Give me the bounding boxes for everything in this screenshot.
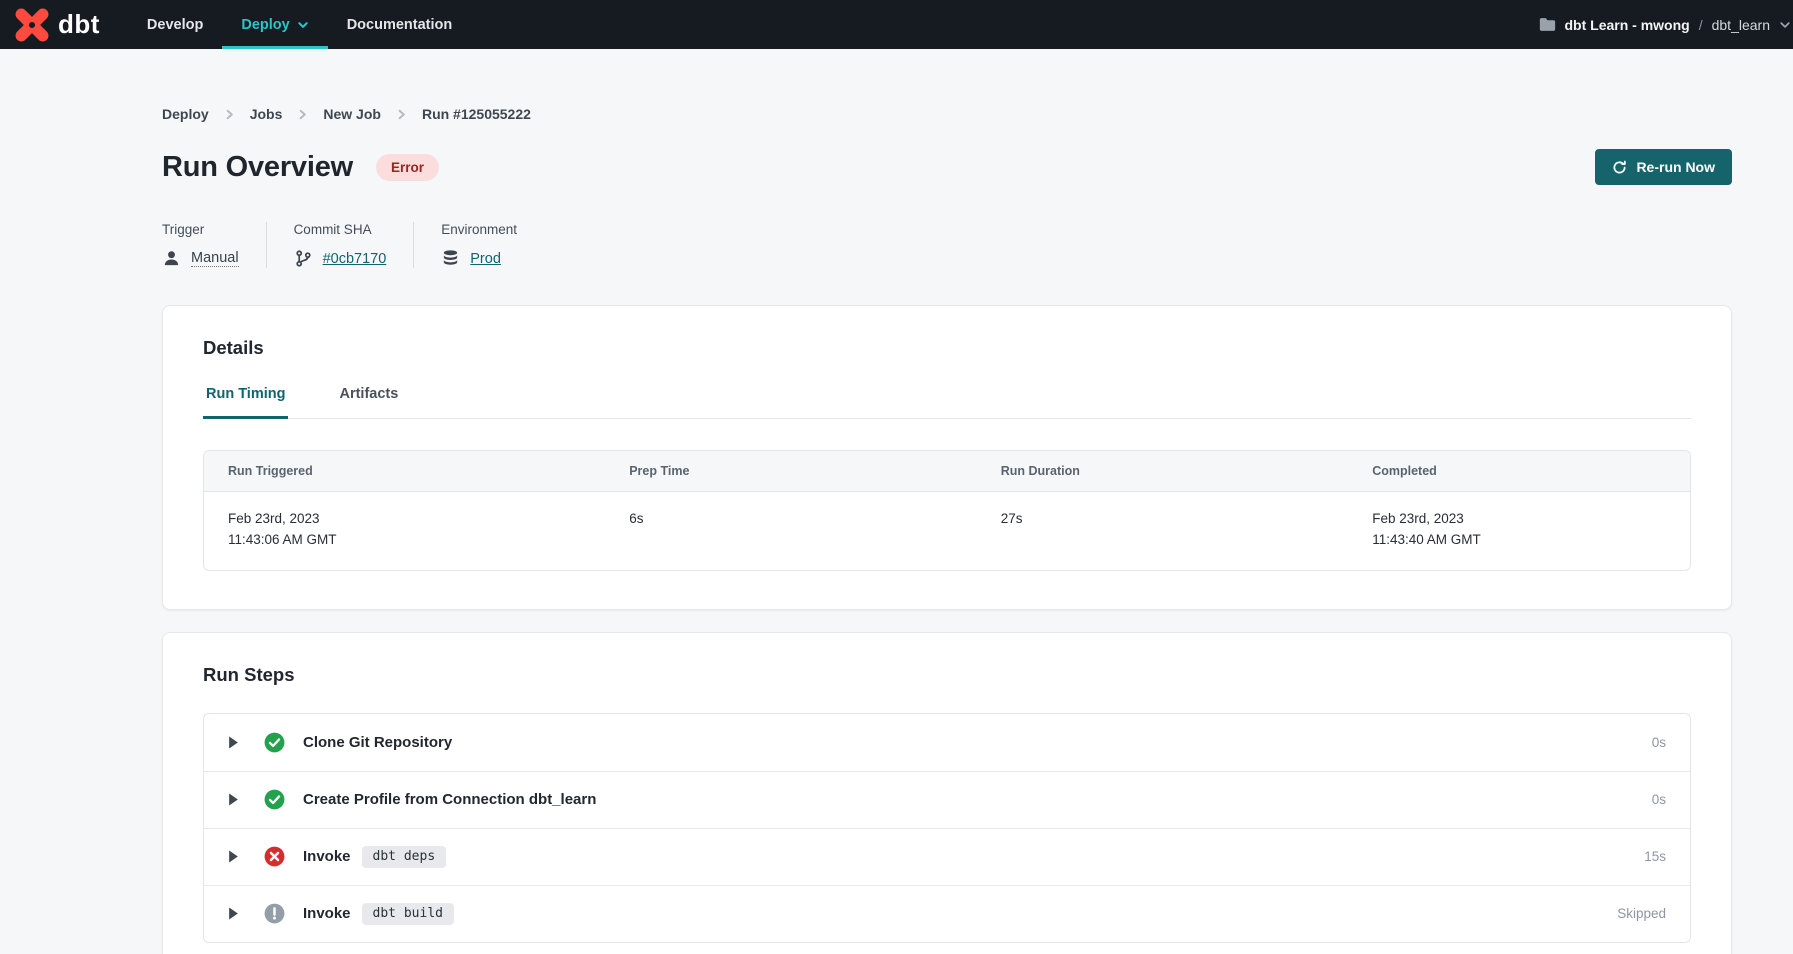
step-label: Invoke: [303, 848, 351, 865]
nav-item-documentation[interactable]: Documentation: [328, 0, 472, 49]
run-overview-page: Deploy Jobs New Job Run #125055222 Run O…: [0, 49, 1793, 954]
run-meta: Trigger Manual Commit SHA #0cb7170: [162, 222, 1732, 268]
play-triangle-icon[interactable]: [228, 793, 239, 806]
chevron-right-icon: [224, 109, 235, 120]
dbt-pinwheel-icon: [14, 7, 50, 43]
check-circle-icon: [264, 789, 285, 810]
completed-time: 11:43:40 AM GMT: [1372, 530, 1666, 551]
details-heading: Details: [203, 337, 1691, 359]
completed-date: Feb 23rd, 2023: [1372, 509, 1666, 530]
meta-trigger-label: Trigger: [162, 222, 239, 237]
step-invoke-dbt-build[interactable]: Invoke dbt build Skipped: [204, 885, 1690, 942]
step-label: Create Profile from Connection dbt_learn: [303, 791, 596, 808]
run-steps-heading: Run Steps: [203, 664, 1691, 686]
play-triangle-icon[interactable]: [228, 907, 239, 920]
breadcrumb-run-number: Run #125055222: [422, 106, 531, 122]
details-card: Details Run Timing Artifacts Run Trigger…: [162, 305, 1732, 610]
chevron-down-icon: [1779, 19, 1791, 31]
account-project-switcher[interactable]: dbt Learn - mwong / dbt_learn: [1539, 0, 1793, 49]
rerun-now-label: Re-run Now: [1636, 159, 1715, 175]
page-title: Run Overview: [162, 151, 353, 184]
meta-commit-sha: Commit SHA #0cb7170: [266, 222, 414, 268]
command-chip: dbt build: [362, 903, 454, 925]
database-icon: [441, 249, 460, 268]
col-run-triggered: Run Triggered: [204, 451, 605, 491]
tab-run-timing[interactable]: Run Timing: [203, 386, 288, 419]
account-project-name: dbt Learn - mwong: [1565, 17, 1690, 33]
nav-item-deploy[interactable]: Deploy: [222, 0, 327, 49]
table-header-row: Run Triggered Prep Time Run Duration Com…: [204, 451, 1690, 492]
exclamation-circle-icon: [264, 903, 285, 924]
meta-environment: Environment Prod: [413, 222, 544, 268]
environment-link[interactable]: Prod: [470, 251, 501, 267]
breadcrumb: Deploy Jobs New Job Run #125055222: [162, 106, 1732, 122]
col-completed: Completed: [1348, 451, 1690, 491]
dbt-logo[interactable]: dbt: [14, 0, 128, 49]
run-steps-card: Run Steps Clone Git Repository 0s Create…: [162, 632, 1732, 954]
top-navigation: dbt Develop Deploy Documentation dbt Lea…: [0, 0, 1793, 49]
table-row: Feb 23rd, 2023 11:43:06 AM GMT 6s 27s Fe…: [204, 492, 1690, 570]
step-label: Invoke: [303, 905, 351, 922]
status-badge: Error: [376, 154, 439, 181]
refresh-icon: [1612, 160, 1627, 175]
play-triangle-icon[interactable]: [228, 736, 239, 749]
command-chip: dbt deps: [362, 846, 447, 868]
x-circle-icon: [264, 846, 285, 867]
step-clone-git-repository[interactable]: Clone Git Repository 0s: [204, 714, 1690, 771]
primary-nav: Develop Deploy Documentation: [128, 0, 471, 49]
nav-item-develop[interactable]: Develop: [128, 0, 222, 49]
step-duration: 15s: [1644, 849, 1666, 864]
breadcrumb-new-job[interactable]: New Job: [323, 106, 381, 122]
details-tabs: Run Timing Artifacts: [203, 386, 1691, 419]
breadcrumb-deploy[interactable]: Deploy: [162, 106, 209, 122]
nav-item-label: Develop: [147, 17, 203, 33]
check-circle-icon: [264, 732, 285, 753]
step-duration: 0s: [1652, 792, 1666, 807]
chevron-down-icon: [297, 19, 309, 31]
commit-sha-link[interactable]: #0cb7170: [323, 251, 387, 267]
tab-artifacts[interactable]: Artifacts: [336, 386, 401, 419]
brand-name: dbt: [58, 9, 100, 40]
play-triangle-icon[interactable]: [228, 850, 239, 863]
chevron-right-icon: [297, 109, 308, 120]
step-create-profile[interactable]: Create Profile from Connection dbt_learn…: [204, 771, 1690, 828]
step-label: Clone Git Repository: [303, 734, 452, 751]
git-branch-icon: [294, 249, 313, 268]
meta-commit-label: Commit SHA: [294, 222, 387, 237]
meta-trigger: Trigger Manual: [162, 222, 266, 268]
title-row: Run Overview Error Re-run Now: [162, 149, 1732, 185]
user-icon: [162, 249, 181, 268]
trigger-value: Manual: [191, 250, 239, 267]
run-triggered-date: Feb 23rd, 2023: [228, 509, 581, 530]
meta-environment-label: Environment: [441, 222, 517, 237]
nav-item-label: Deploy: [241, 17, 289, 33]
cell-run-duration: 27s: [977, 492, 1349, 570]
rerun-now-button[interactable]: Re-run Now: [1595, 149, 1732, 185]
account-environment-name: dbt_learn: [1712, 17, 1770, 33]
cell-run-triggered: Feb 23rd, 2023 11:43:06 AM GMT: [204, 492, 605, 570]
account-separator: /: [1699, 17, 1703, 33]
cell-prep-time: 6s: [605, 492, 977, 570]
chevron-right-icon: [396, 109, 407, 120]
cell-completed: Feb 23rd, 2023 11:43:40 AM GMT: [1348, 492, 1690, 570]
step-invoke-dbt-deps[interactable]: Invoke dbt deps 15s: [204, 828, 1690, 885]
run-steps-list: Clone Git Repository 0s Create Profile f…: [203, 713, 1691, 943]
nav-item-label: Documentation: [347, 17, 453, 33]
run-triggered-time: 11:43:06 AM GMT: [228, 530, 581, 551]
run-timing-table: Run Triggered Prep Time Run Duration Com…: [203, 450, 1691, 571]
col-prep-time: Prep Time: [605, 451, 977, 491]
col-run-duration: Run Duration: [977, 451, 1349, 491]
step-duration: Skipped: [1617, 906, 1666, 921]
step-duration: 0s: [1652, 735, 1666, 750]
folder-icon: [1539, 17, 1556, 32]
breadcrumb-jobs[interactable]: Jobs: [250, 106, 283, 122]
